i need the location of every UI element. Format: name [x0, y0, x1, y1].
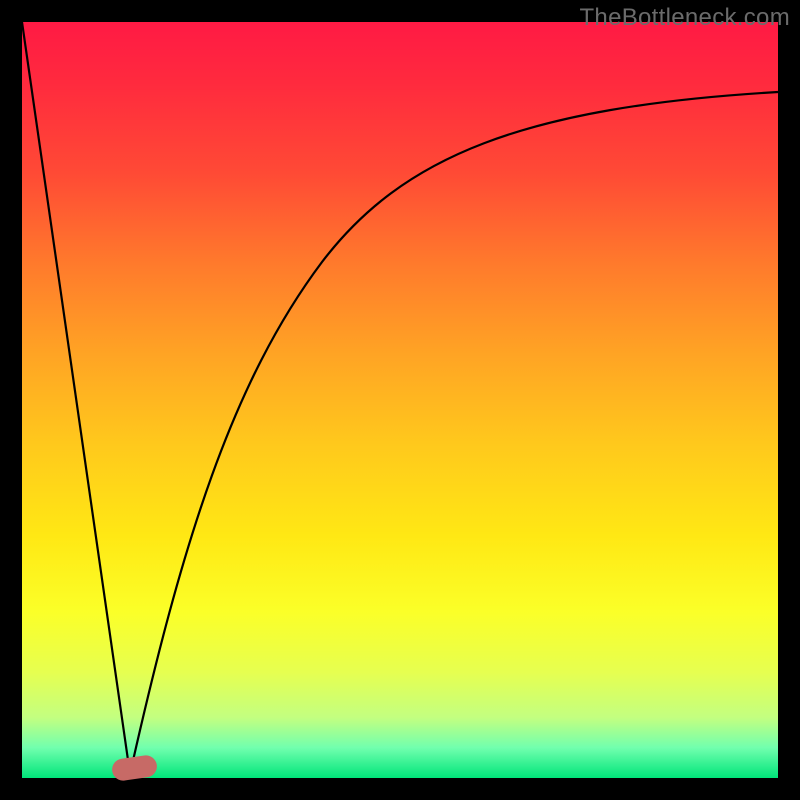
plot-area	[22, 22, 778, 778]
bottleneck-curve	[22, 22, 778, 778]
watermark-text: TheBottleneck.com	[579, 4, 790, 32]
curve-right	[130, 92, 778, 774]
curve-left	[22, 22, 130, 774]
chart-frame: TheBottleneck.com	[0, 0, 800, 800]
